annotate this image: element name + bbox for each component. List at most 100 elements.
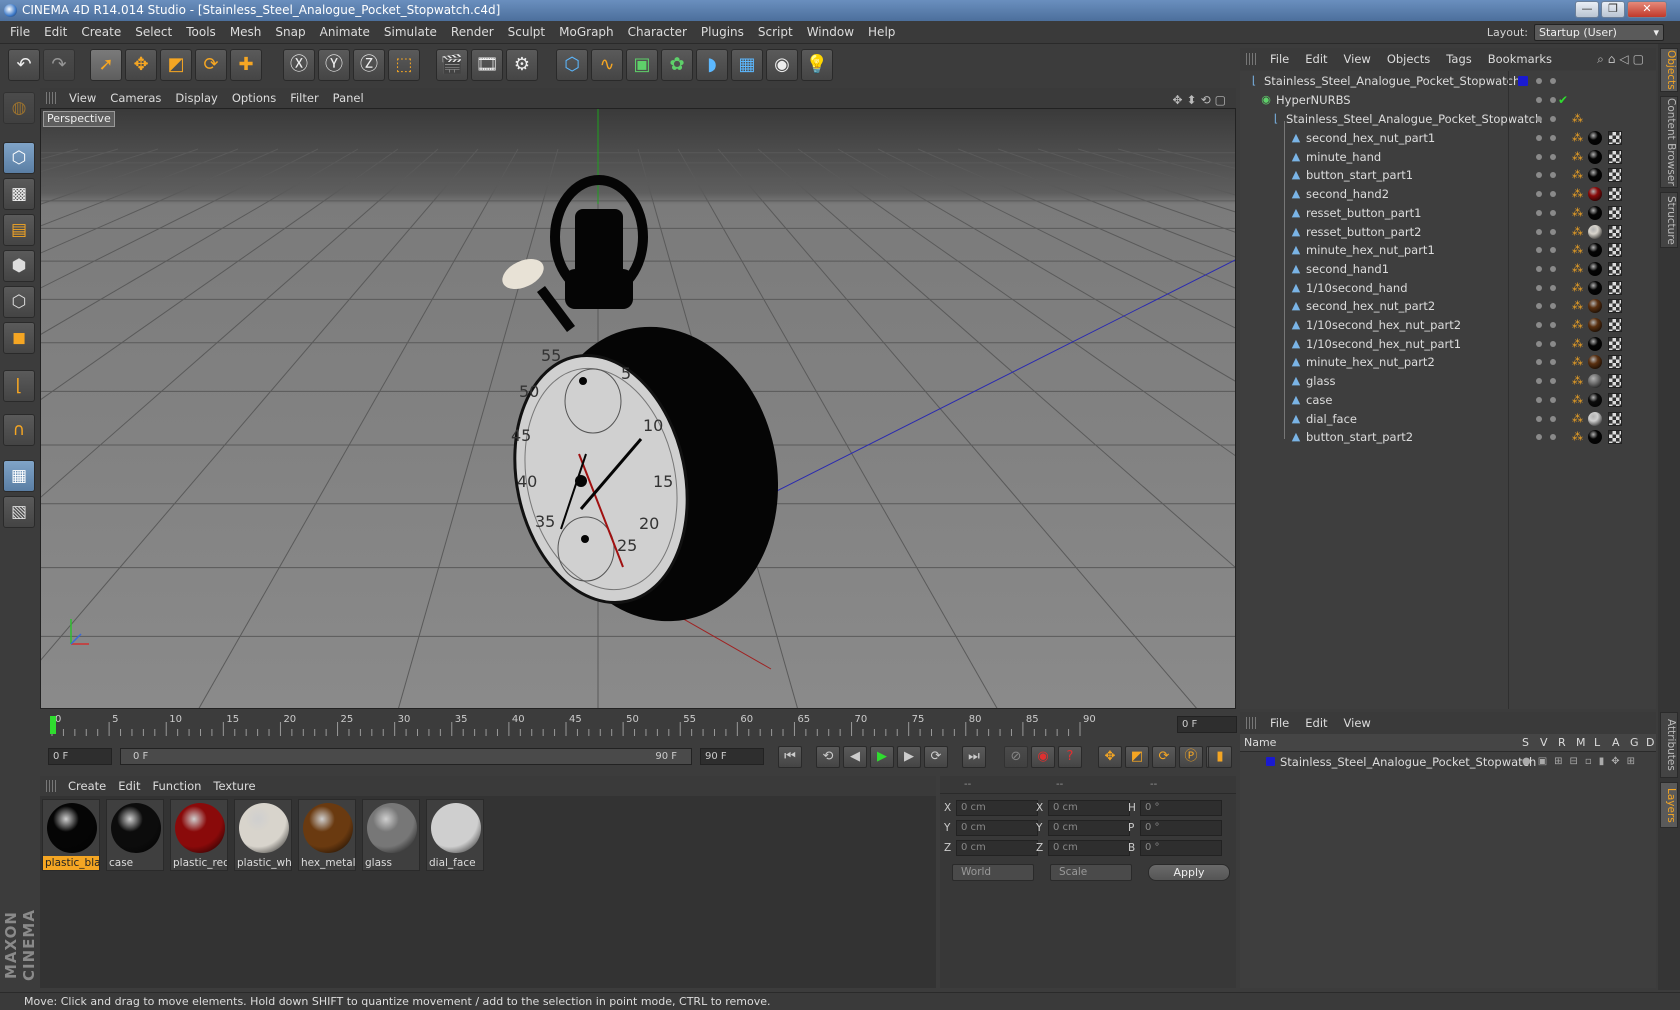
perspective-viewport[interactable]: 55 50 45 40 35 5 10 15 20 25 Perspective xyxy=(40,108,1236,709)
coordinate-value-field[interactable]: 0 cm xyxy=(1048,840,1130,856)
render-visibility-dot[interactable] xyxy=(1550,135,1556,141)
material-tag-icon[interactable] xyxy=(1588,299,1602,314)
object-row-child[interactable]: ▲ second_hand2 ⁂ xyxy=(1240,184,1656,204)
uvw-tag-icon[interactable] xyxy=(1608,336,1622,351)
phong-tag-icon[interactable]: ⁂ xyxy=(1572,281,1584,294)
render-visibility-dot[interactable] xyxy=(1550,97,1556,103)
viewport-rotate-icon[interactable]: ⟲ xyxy=(1201,93,1215,107)
layer-column-locked[interactable]: L xyxy=(1594,734,1600,752)
undo-icon[interactable]: ↶ xyxy=(8,49,40,81)
uvw-tag-icon[interactable] xyxy=(1608,411,1622,426)
menu-sculpt[interactable]: Sculpt xyxy=(501,21,552,44)
layer-flag-icons[interactable]: ●▣⊞⊟▫▮✥⊞ xyxy=(1522,752,1642,772)
editor-visibility-dot[interactable] xyxy=(1536,116,1542,122)
render-visibility-dot[interactable] xyxy=(1550,265,1556,272)
key-position-icon[interactable]: ✥ xyxy=(1098,746,1122,768)
back-icon[interactable]: ◁ xyxy=(1619,52,1632,66)
array-icon[interactable]: ✿ xyxy=(661,49,693,81)
render-visibility-dot[interactable] xyxy=(1550,434,1556,441)
edit-render-settings-icon[interactable]: ⚙ xyxy=(506,49,538,81)
phong-tag-icon[interactable]: ⁂ xyxy=(1572,393,1584,406)
object-menu-view[interactable]: View xyxy=(1336,48,1379,70)
material-tag-icon[interactable] xyxy=(1588,243,1602,258)
layer-menu-edit[interactable]: Edit xyxy=(1297,712,1335,734)
menu-create[interactable]: Create xyxy=(74,21,128,44)
viewport-menu-view[interactable]: View xyxy=(62,88,103,108)
uvw-tag-icon[interactable] xyxy=(1608,168,1622,183)
menu-render[interactable]: Render xyxy=(444,21,501,44)
layer-column-animation[interactable]: A xyxy=(1612,734,1620,752)
material-tag-icon[interactable] xyxy=(1588,355,1602,370)
polygons-mode-icon[interactable]: ◼ xyxy=(3,322,35,354)
editor-visibility-dot[interactable] xyxy=(1536,359,1542,366)
camera-icon[interactable]: ◉ xyxy=(766,49,798,81)
layer-menu-view[interactable]: View xyxy=(1336,712,1379,734)
render-visibility-dot[interactable] xyxy=(1550,303,1556,310)
coordinate-value-field[interactable]: 0 cm xyxy=(1048,820,1130,836)
material-tag-icon[interactable] xyxy=(1588,336,1602,351)
menu-snap[interactable]: Snap xyxy=(268,21,312,44)
editor-visibility-dot[interactable] xyxy=(1536,415,1542,422)
material-menu-edit[interactable]: Edit xyxy=(112,776,146,796)
uvw-tag-icon[interactable] xyxy=(1608,261,1622,276)
phong-tag-icon[interactable]: ⁂ xyxy=(1572,337,1584,350)
tab-structure[interactable]: Structure xyxy=(1660,192,1678,248)
uvw-tag-icon[interactable] xyxy=(1608,187,1622,202)
magnet-snap-icon[interactable]: ∩ xyxy=(3,414,35,446)
phong-tag-icon[interactable]: ⁂ xyxy=(1572,169,1584,181)
next-frame-icon[interactable]: ▶ xyxy=(897,746,921,768)
material-plastic-white[interactable]: plastic_whi xyxy=(234,799,292,871)
enabled-check-icon[interactable]: ✔ xyxy=(1558,90,1568,110)
editor-visibility-dot[interactable] xyxy=(1536,303,1542,310)
layout-dropdown[interactable]: Startup (User) xyxy=(1534,24,1664,41)
layer-column-manager[interactable]: M xyxy=(1576,734,1586,752)
layer-column-render[interactable]: R xyxy=(1558,734,1566,752)
uvw-tag-icon[interactable] xyxy=(1608,299,1622,314)
coordinate-mode-dropdown[interactable]: World xyxy=(952,864,1034,881)
material-plastic-red[interactable]: plastic_red xyxy=(170,799,228,871)
search-icon[interactable]: ⌕ xyxy=(1597,52,1608,66)
live-select-icon[interactable]: ➚ xyxy=(90,49,122,81)
material-tag-icon[interactable] xyxy=(1588,411,1602,426)
layer-column-solo[interactable]: S xyxy=(1522,734,1529,752)
tab-layers[interactable]: Layers xyxy=(1660,782,1678,828)
go-to-end-icon[interactable]: ⏭ xyxy=(962,746,986,768)
previous-keyframe-icon[interactable]: ⟲ xyxy=(816,746,840,768)
render-picture-viewer-icon[interactable]: 🎞 xyxy=(471,49,503,81)
uvw-tag-icon[interactable] xyxy=(1608,318,1622,332)
material-menu-create[interactable]: Create xyxy=(62,776,112,796)
cube-icon[interactable]: ⬡ xyxy=(556,49,588,81)
material-glass[interactable]: glass xyxy=(362,799,420,871)
spline-icon[interactable]: ∿ xyxy=(591,49,623,81)
object-row-child[interactable]: ▲ button_start_part1 ⁂ xyxy=(1240,165,1656,185)
material-tag-icon[interactable] xyxy=(1588,131,1602,145)
phong-tag-icon[interactable]: ⁂ xyxy=(1572,132,1584,144)
uvw-tag-icon[interactable] xyxy=(1608,149,1622,164)
next-keyframe-icon[interactable]: ⟳ xyxy=(924,746,948,768)
editor-visibility-dot[interactable] xyxy=(1536,396,1542,403)
menu-mesh[interactable]: Mesh xyxy=(223,21,269,44)
viewport-menu-cameras[interactable]: Cameras xyxy=(103,88,168,108)
scale-icon[interactable]: ◩ xyxy=(160,49,192,81)
render-visibility-dot[interactable] xyxy=(1550,359,1556,366)
menu-script[interactable]: Script xyxy=(751,21,800,44)
keyframe-selection-icon[interactable]: ? xyxy=(1058,746,1082,768)
editor-visibility-dot[interactable] xyxy=(1536,378,1542,385)
object-row-child[interactable]: ▲ dial_face ⁂ xyxy=(1240,409,1656,429)
render-visibility-dot[interactable] xyxy=(1550,322,1556,328)
editor-visibility-dot[interactable] xyxy=(1536,172,1542,179)
workplane-icon[interactable]: ▤ xyxy=(3,214,35,246)
phong-tag-icon[interactable]: ⁂ xyxy=(1572,113,1584,125)
viewport-menu-options[interactable]: Options xyxy=(225,88,283,108)
coordinate-value-field[interactable]: 0 ° xyxy=(1140,840,1222,856)
object-row-child[interactable]: ▲ resset_button_part1 ⁂ xyxy=(1240,203,1656,223)
layer-row[interactable]: Stainless_Steel_Analogue_Pocket_Stopwatc… xyxy=(1240,752,1656,772)
phong-tag-icon[interactable]: ⁂ xyxy=(1572,431,1584,443)
play-icon[interactable]: ▶ xyxy=(870,746,894,768)
uvw-tag-icon[interactable] xyxy=(1608,131,1622,145)
render-visibility-dot[interactable] xyxy=(1550,209,1556,216)
uvw-tag-icon[interactable] xyxy=(1608,224,1622,239)
object-menu-edit[interactable]: Edit xyxy=(1297,48,1335,70)
menu-mograph[interactable]: MoGraph xyxy=(552,21,621,44)
coordinate-value-field[interactable]: 0 cm xyxy=(1048,800,1130,816)
